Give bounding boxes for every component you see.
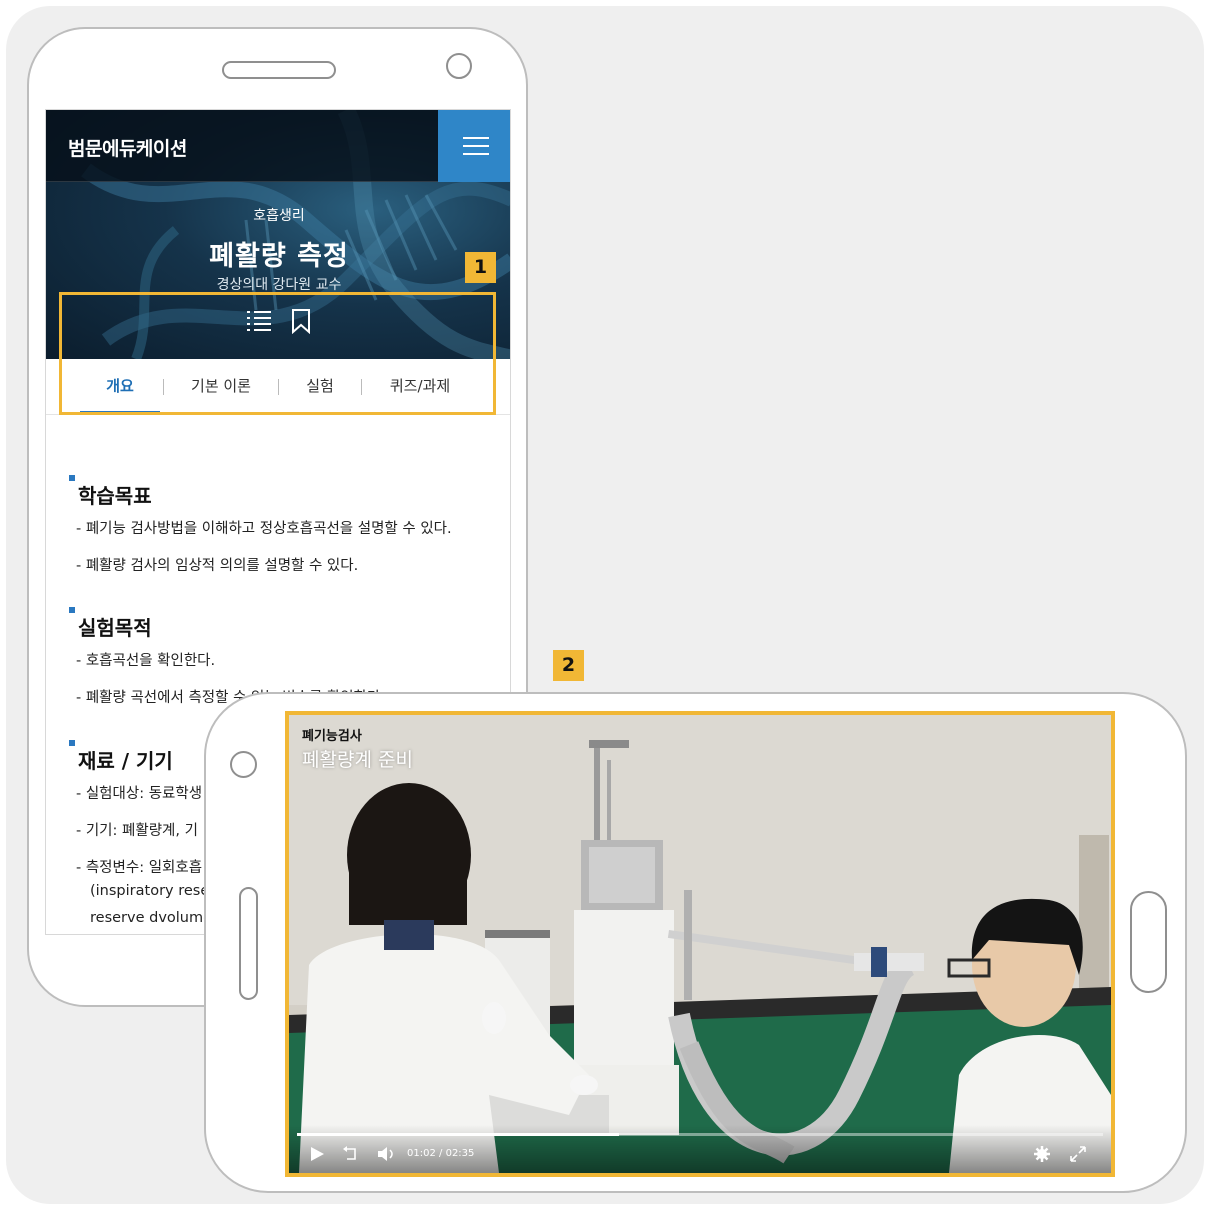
list-item: - 측정변수: 일회호흡 (76, 860, 203, 876)
brand-logo-text[interactable]: 범문에듀케이션 (68, 134, 187, 161)
section-heading-learning-goals: 학습목표 (78, 484, 152, 508)
volume-icon[interactable] (377, 1146, 397, 1162)
hamburger-menu-icon (463, 137, 489, 139)
course-professor: 경상의대 강다원 교수 (216, 277, 342, 293)
settings-icon[interactable] (1033, 1145, 1051, 1163)
hamburger-menu-icon-line (463, 145, 489, 147)
hamburger-menu-button[interactable] (438, 110, 510, 182)
list-item: - 폐기능 검사방법을 이해하고 정상호흡곡선을 설명할 수 있다. (76, 521, 452, 537)
list-item: - 폐활량 검사의 임상적 의의를 설명할 수 있다. (76, 558, 359, 574)
video-caption-title: 폐활량계 준비 (302, 749, 413, 771)
section-marker (69, 607, 75, 613)
section-marker (69, 475, 75, 481)
phone-speaker (239, 887, 258, 1000)
video-time-readout: 01:02 / 02:35 (407, 1148, 474, 1159)
list-item: - 실험대상: 동료학생 (76, 786, 203, 802)
video-progress-bar[interactable] (297, 1133, 1103, 1136)
fullscreen-icon[interactable] (1069, 1145, 1087, 1163)
video-caption-category: 폐기능검사 (302, 729, 362, 744)
section-heading-experiment-goals: 실험목적 (78, 616, 152, 640)
course-title: 폐활량 측정 (209, 241, 349, 272)
replay-10-icon[interactable] (341, 1145, 359, 1163)
landscape-phone: 폐기능검사 폐활량계 준비 01:02 / 02:35 (204, 692, 1187, 1193)
top-navigation-bar: 범문에듀케이션 (46, 110, 510, 182)
video-current-time: 01:02 (407, 1148, 436, 1159)
phone-speaker (222, 61, 336, 79)
list-item: - 호흡곡선을 확인한다. (76, 653, 216, 669)
section-marker (69, 740, 75, 746)
video-player[interactable]: 폐기능검사 폐활량계 준비 01:02 / 02:35 (285, 711, 1115, 1177)
callout-highlight-1 (59, 292, 496, 415)
list-item: reserve dvolume (90, 910, 213, 926)
callout-badge-1: 1 (465, 252, 496, 283)
section-heading-materials: 재료 / 기기 (78, 749, 173, 773)
callout-badge-2: 2 (553, 650, 584, 681)
video-duration: 02:35 (445, 1148, 475, 1159)
list-item: (inspiratory reser (90, 883, 216, 899)
course-category: 호흡생리 (253, 208, 305, 224)
hamburger-menu-icon-line (463, 153, 489, 155)
video-frame-lab-scene (289, 715, 1111, 1173)
video-time-separator: / (439, 1148, 443, 1159)
video-progress-played (297, 1133, 620, 1136)
phone-camera (230, 751, 257, 778)
play-icon[interactable] (309, 1146, 325, 1162)
list-item: - 기기: 폐활량계, 기 (76, 823, 198, 839)
phone-home-button (1130, 891, 1167, 993)
video-control-bar: 01:02 / 02:35 (289, 1125, 1111, 1173)
phone-camera (446, 53, 472, 79)
